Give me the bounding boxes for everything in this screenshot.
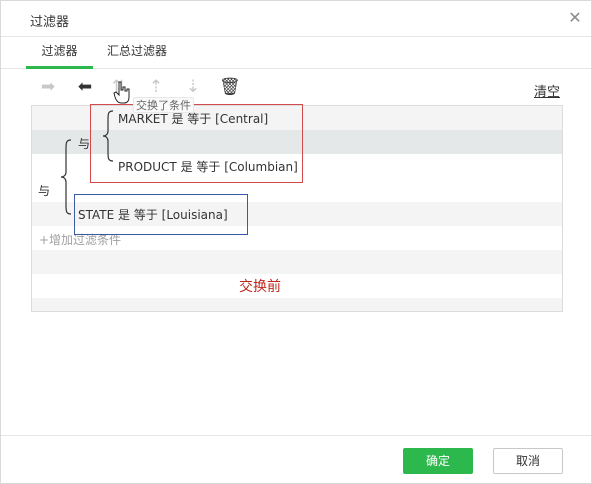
tab-bar: 过滤器 汇总过滤器 [1, 38, 591, 69]
filter-toolbar: ➡ ⬅ ⇅ ⇡ ⇣ 🗑 清空 [1, 75, 591, 101]
move-up-icon[interactable]: ⇡ [146, 77, 166, 97]
outer-operator-label[interactable]: 与 [38, 182, 50, 199]
clear-link[interactable]: 清空 [534, 81, 560, 100]
tab-filter[interactable]: 过滤器 [26, 42, 93, 69]
dialog-footer: 确定 取消 [1, 435, 591, 483]
swap-tooltip: 交换了条件 [133, 97, 194, 113]
row-stripe [32, 250, 562, 274]
filter-dialog: 过滤器 ✕ 过滤器 汇总过滤器 ➡ ⬅ ⇅ ⇡ ⇣ 🗑 清空 与 与 MARKE… [0, 0, 592, 484]
move-down-icon[interactable]: ⇣ [183, 77, 203, 97]
inner-operator-label[interactable]: 与 [78, 135, 90, 152]
row-stripe [32, 298, 562, 311]
highlight-inner-group [90, 104, 303, 183]
annotation-before-swap: 交换前 [239, 279, 281, 295]
confirm-button[interactable]: 确定 [403, 448, 473, 474]
hand-cursor-icon [113, 81, 130, 104]
close-icon[interactable]: ✕ [567, 10, 583, 26]
highlight-state-condition [74, 194, 248, 235]
delete-icon[interactable]: 🗑 [219, 77, 241, 97]
indent-left-icon[interactable]: ⬅ [75, 77, 95, 97]
tab-summary-filter[interactable]: 汇总过滤器 [107, 42, 173, 69]
dialog-titlebar: 过滤器 ✕ [1, 1, 591, 37]
cancel-button[interactable]: 取消 [493, 448, 563, 474]
outer-group-brace [60, 139, 72, 215]
indent-right-icon[interactable]: ➡ [38, 77, 58, 97]
dialog-title: 过滤器 [30, 15, 70, 30]
